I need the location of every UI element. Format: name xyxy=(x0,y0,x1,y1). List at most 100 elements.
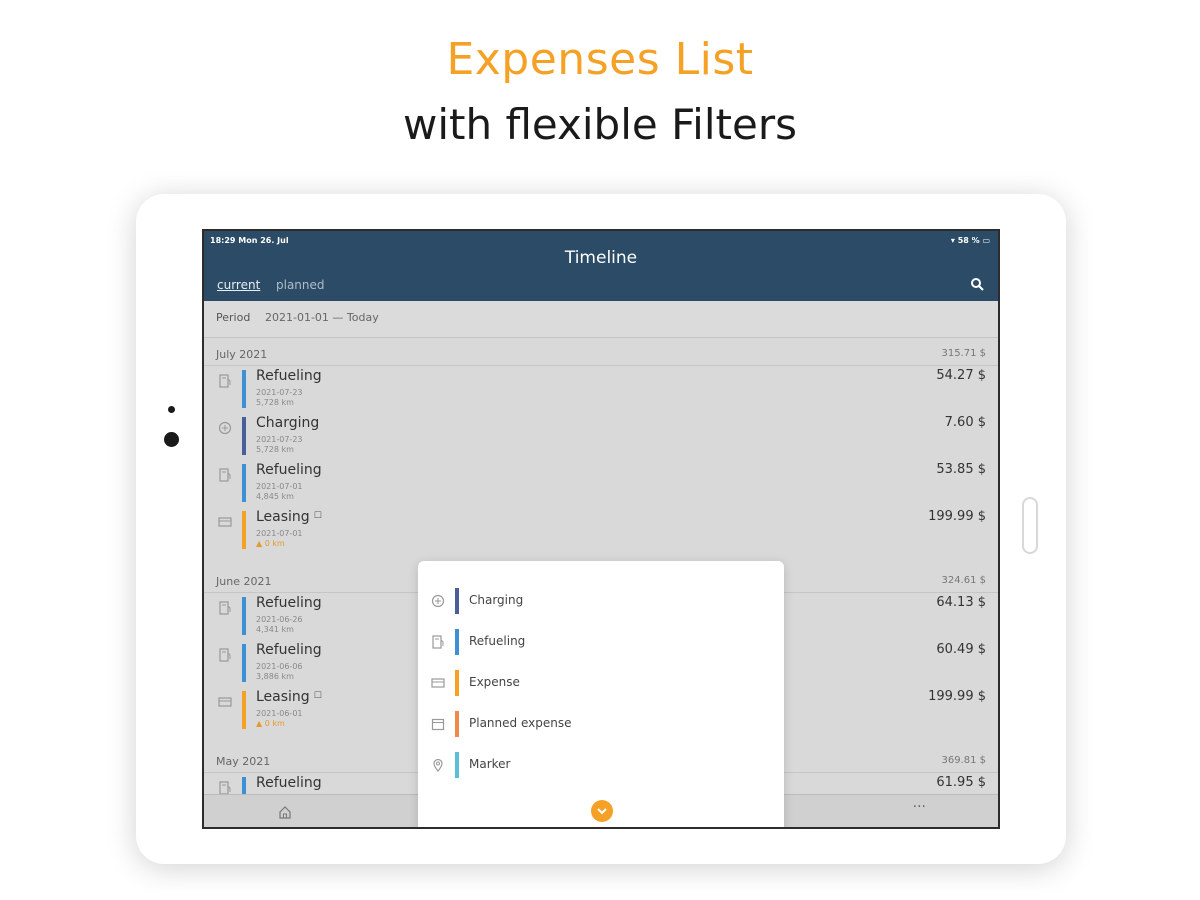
entry-date: 2021-07-23 xyxy=(256,435,303,444)
month-total: 369.81 $ xyxy=(941,755,986,766)
lock-icon: ☐ xyxy=(313,511,322,521)
tab-planned[interactable]: planned xyxy=(276,278,325,292)
tablet-sensor xyxy=(168,406,175,413)
fuel-icon xyxy=(219,648,231,662)
entry-date: 2021-07-01 xyxy=(256,482,303,491)
category-color-bar xyxy=(455,670,459,696)
month-header: July 2021 315.71 $ xyxy=(204,343,998,366)
tablet-home-button[interactable] xyxy=(1022,497,1038,554)
list-item[interactable]: Leasing ☐ 2021-07-01 ▲ 0 km 199.99 $ xyxy=(204,509,998,556)
entry-title: Charging xyxy=(256,415,320,431)
category-color-bar xyxy=(455,588,459,614)
more-icon[interactable]: ··· xyxy=(913,799,926,815)
filter-option-planned-expense[interactable]: Planned expense xyxy=(418,711,784,739)
chevron-down-icon xyxy=(597,808,607,815)
entry-odometer: ▲ 0 km xyxy=(256,719,285,728)
list-item[interactable]: Refueling 2021-07-23 5,728 km 54.27 $ xyxy=(204,368,998,415)
warning-icon: ▲ xyxy=(256,539,263,548)
category-color-bar xyxy=(242,511,246,549)
category-color-bar xyxy=(455,629,459,655)
filter-option-label: Expense xyxy=(469,675,520,689)
filter-option-label: Refueling xyxy=(469,634,526,648)
status-time: 18:29 Mon 26. Jul xyxy=(210,236,289,245)
home-icon[interactable] xyxy=(278,805,292,819)
month-total: 315.71 $ xyxy=(941,348,986,359)
entry-amount: 199.99 $ xyxy=(928,509,986,524)
entry-title: Refueling xyxy=(256,642,322,658)
tablet-camera xyxy=(164,432,179,447)
fuel-icon xyxy=(219,468,231,482)
entry-title: Refueling xyxy=(256,462,322,478)
period-label: Period xyxy=(216,311,251,324)
map-pin-icon xyxy=(433,758,443,772)
filter-option-label: Charging xyxy=(469,593,524,607)
filter-option-charging[interactable]: Charging xyxy=(418,588,784,616)
fuel-icon xyxy=(432,635,444,649)
card-icon xyxy=(431,678,445,688)
status-battery: ▾ 58 % ▭ xyxy=(950,236,990,245)
entry-odometer: 4,845 km xyxy=(256,492,294,501)
entry-title: Refueling xyxy=(256,775,322,791)
entry-odometer: 5,728 km xyxy=(256,445,294,454)
filter-menu: Charging Refueling Expense Planned expen… xyxy=(418,561,784,827)
collapse-menu-button[interactable] xyxy=(591,800,613,822)
month-name: July 2021 xyxy=(216,348,268,361)
app-screen: 18:29 Mon 26. Jul ▾ 58 % ▭ Timeline curr… xyxy=(202,229,1000,829)
filter-option-label: Marker xyxy=(469,757,511,771)
charging-icon xyxy=(431,594,445,608)
headline: Expenses List xyxy=(446,34,754,85)
tab-current[interactable]: current xyxy=(217,278,260,292)
entry-odometer: 4,341 km xyxy=(256,625,294,634)
card-icon xyxy=(218,697,232,707)
search-icon[interactable] xyxy=(970,277,984,291)
entry-date: 2021-06-26 xyxy=(256,615,303,624)
list-item[interactable]: Charging 2021-07-23 5,728 km 7.60 $ xyxy=(204,415,998,462)
fuel-icon xyxy=(219,601,231,615)
category-color-bar xyxy=(242,597,246,635)
entry-date: 2021-07-23 xyxy=(256,388,303,397)
entry-odometer: 3,886 km xyxy=(256,672,294,681)
entry-amount: 64.13 $ xyxy=(936,595,986,610)
app-bar: 18:29 Mon 26. Jul ▾ 58 % ▭ Timeline curr… xyxy=(204,231,998,301)
filter-option-marker[interactable]: Marker xyxy=(418,752,784,780)
filter-option-label: Planned expense xyxy=(469,716,572,730)
entry-amount: 7.60 $ xyxy=(944,415,986,430)
entry-amount: 61.95 $ xyxy=(936,775,986,790)
entry-amount: 60.49 $ xyxy=(936,642,986,657)
category-color-bar xyxy=(242,464,246,502)
entry-date: 2021-07-01 xyxy=(256,529,303,538)
month-name: June 2021 xyxy=(216,575,272,588)
lock-icon: ☐ xyxy=(313,691,322,701)
warning-icon: ▲ xyxy=(256,719,263,728)
page-title: Timeline xyxy=(564,248,638,268)
calendar-icon xyxy=(431,718,445,731)
entry-title: Leasing ☐ xyxy=(256,689,322,705)
category-color-bar xyxy=(242,370,246,408)
entry-date: 2021-06-01 xyxy=(256,709,303,718)
fuel-icon xyxy=(219,781,231,795)
month-total: 324.61 $ xyxy=(941,575,986,586)
period-filter[interactable]: Period 2021-01-01 — Today xyxy=(204,301,998,338)
entry-odometer: ▲ 0 km xyxy=(256,539,285,548)
entry-amount: 53.85 $ xyxy=(936,462,986,477)
entry-date: 2021-06-06 xyxy=(256,662,303,671)
entry-title: Leasing ☐ xyxy=(256,509,322,525)
entry-amount: 54.27 $ xyxy=(936,368,986,383)
fuel-icon xyxy=(219,374,231,388)
list-item[interactable]: Refueling 2021-07-01 4,845 km 53.85 $ xyxy=(204,462,998,509)
entry-title: Refueling xyxy=(256,595,322,611)
filter-option-refueling[interactable]: Refueling xyxy=(418,629,784,657)
category-color-bar xyxy=(242,691,246,729)
subheadline: with flexible Filters xyxy=(403,100,797,149)
month-name: May 2021 xyxy=(216,755,271,768)
category-color-bar xyxy=(242,644,246,682)
period-value: 2021-01-01 — Today xyxy=(265,311,379,324)
category-color-bar xyxy=(242,417,246,455)
card-icon xyxy=(218,517,232,527)
filter-option-expense[interactable]: Expense xyxy=(418,670,784,698)
charging-icon xyxy=(218,421,232,435)
category-color-bar xyxy=(455,711,459,737)
entry-title: Refueling xyxy=(256,368,322,384)
category-color-bar xyxy=(455,752,459,778)
entry-odometer: 5,728 km xyxy=(256,398,294,407)
